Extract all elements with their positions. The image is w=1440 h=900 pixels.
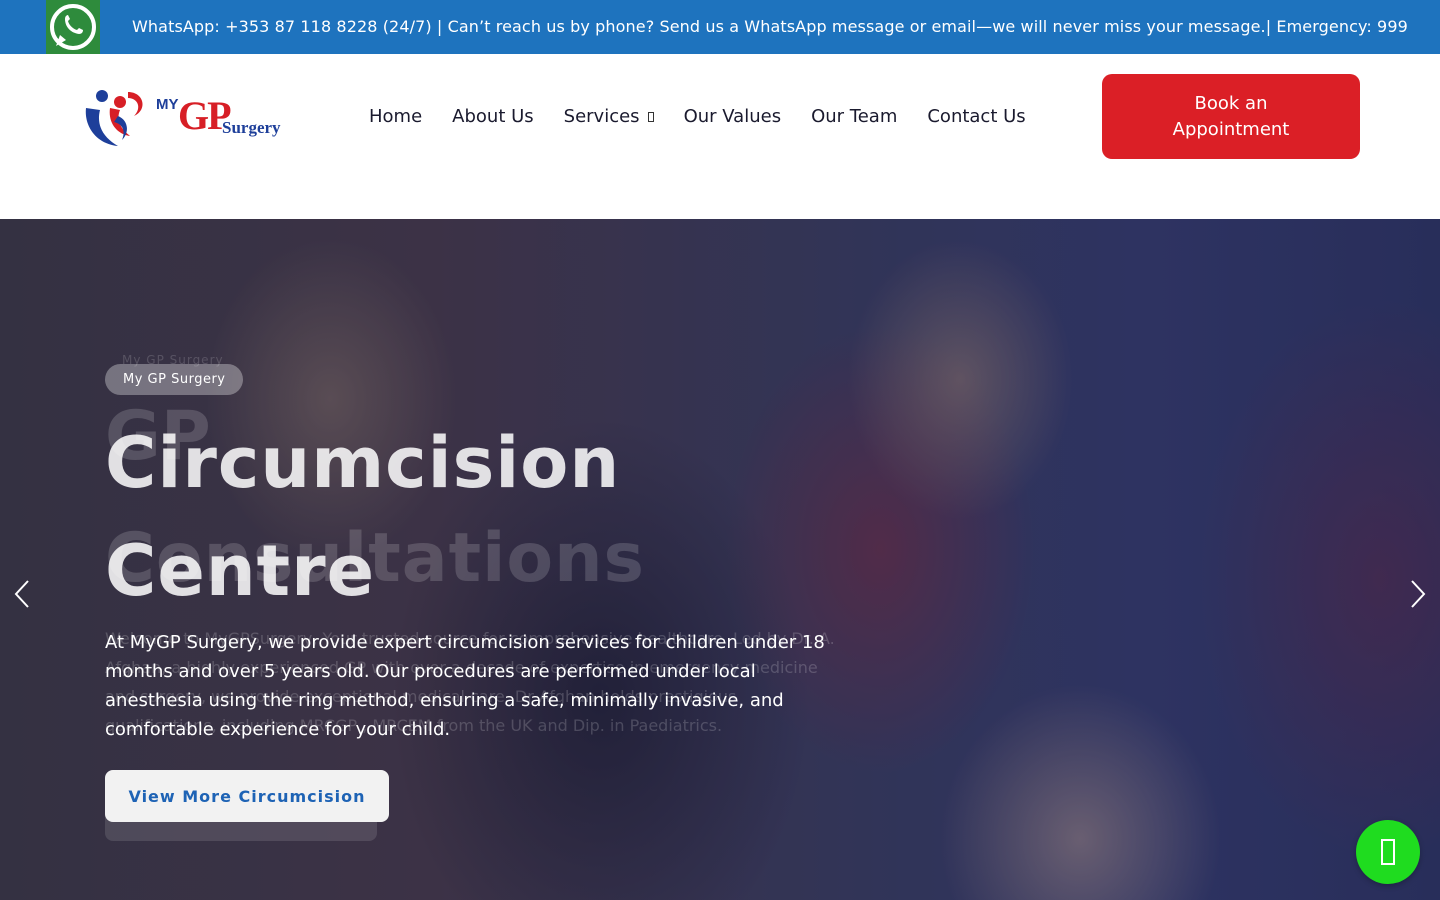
hero-title: Circumcision Centre — [105, 422, 621, 612]
book-appointment-button[interactable]: Book an Appointment — [1102, 74, 1360, 159]
hero-badge: My GP Surgery — [105, 364, 244, 395]
dropdown-caret-icon — [647, 111, 654, 122]
logo-text-surgery: Surgery — [222, 118, 281, 137]
nav-label: Our Team — [811, 106, 898, 127]
nav-label: Services — [563, 106, 640, 127]
slider-next-arrow-icon[interactable] — [1406, 579, 1430, 609]
floating-whatsapp-button[interactable] — [1356, 820, 1420, 884]
nav-item-contact-us[interactable]: Contact Us — [927, 106, 1025, 127]
nav-label: Contact Us — [927, 106, 1026, 127]
nav-item-about-us[interactable]: About Us — [452, 106, 534, 127]
main-navigation: Home About Us Services Our Values Our Te… — [369, 106, 1056, 127]
site-header: MY GP Surgery Home About Us Services Our… — [0, 54, 1440, 219]
logo-text-my: MY — [156, 96, 179, 113]
hero-paragraph: At MyGP Surgery, we provide expert circu… — [105, 632, 825, 740]
nav-item-services[interactable]: Services — [564, 106, 654, 127]
nav-item-our-team[interactable]: Our Team — [811, 106, 897, 127]
nav-item-our-values[interactable]: Our Values — [684, 106, 782, 127]
view-more-circumcision-button[interactable]: View More Circumcision — [105, 770, 389, 822]
whatsapp-icon[interactable] — [46, 0, 100, 54]
mygp-surgery-logo[interactable]: MY GP Surgery — [82, 86, 292, 150]
nav-item-home[interactable]: Home — [369, 106, 422, 127]
whatsapp-icon — [1381, 839, 1395, 865]
nav-label: About Us — [452, 106, 534, 127]
logo-figures-icon — [85, 90, 143, 146]
hero-slider: My GP Surgery GP Consultations Welcome t… — [0, 219, 1440, 900]
nav-label: Our Values — [683, 106, 782, 127]
top-info-bar: WhatsApp: +353 87 118 8228 (24/7) | Can’… — [0, 0, 1440, 54]
topbar-contact-text: WhatsApp: +353 87 118 8228 (24/7) | Can’… — [132, 17, 1408, 36]
slider-prev-arrow-icon[interactable] — [10, 579, 34, 609]
nav-label: Home — [369, 106, 423, 127]
